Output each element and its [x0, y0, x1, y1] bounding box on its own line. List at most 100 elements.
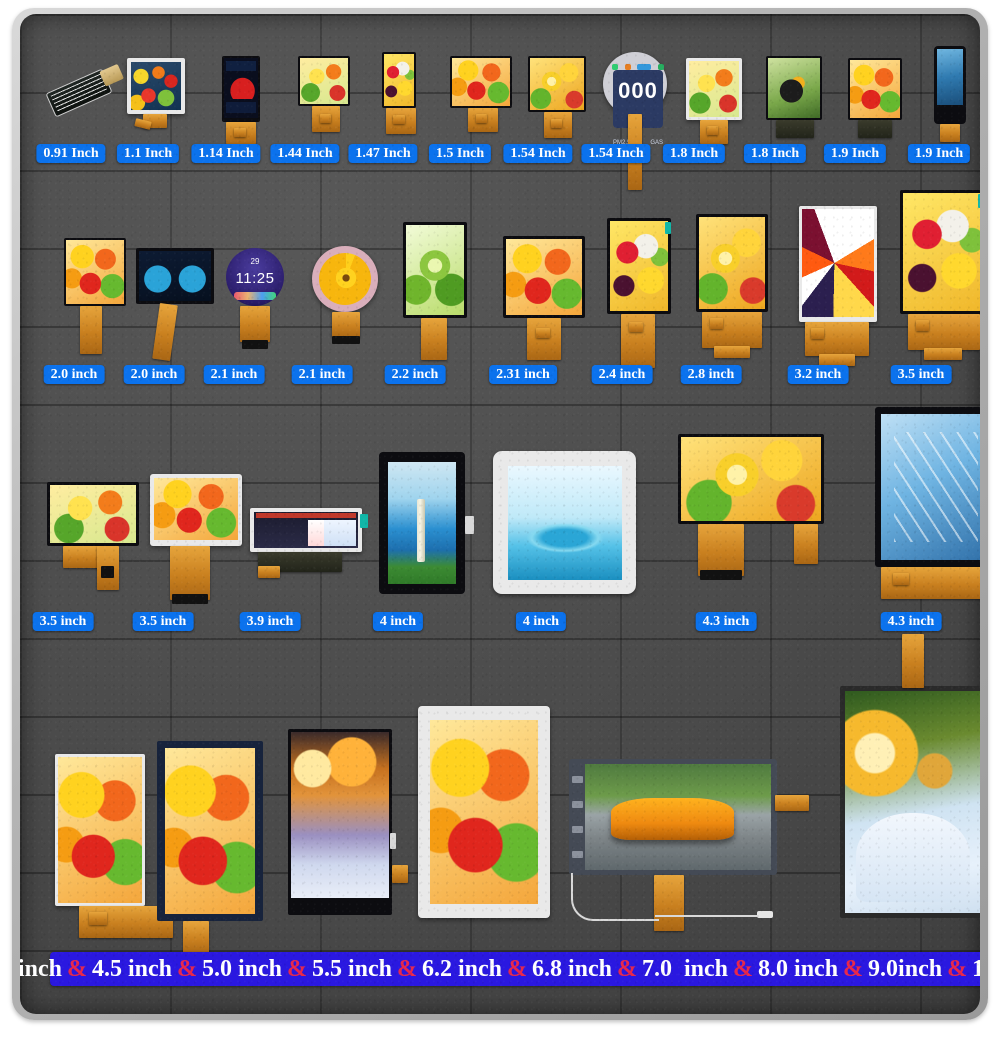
screen-image-ecg [224, 58, 258, 118]
size-label-chip: 2.2 inch [384, 365, 446, 384]
display-module-4-41-inch[interactable] [55, 754, 173, 939]
display-module-3-5-inch-b[interactable] [150, 474, 254, 612]
size-label-chip: 2.1 inch [203, 365, 265, 384]
display-module-1-47-inch[interactable] [378, 52, 438, 142]
size-label-chip: 1.8 Inch [743, 144, 807, 163]
fpc-ribbon [698, 524, 744, 576]
fpc-ribbon-9-0-inch [902, 634, 924, 688]
display-module-2-1-inch-round-watch[interactable]: 29 11:25 [226, 248, 296, 358]
display-module-1-54-inch-a[interactable] [528, 56, 594, 146]
display-module-2-0-inch-a[interactable] [64, 238, 138, 358]
fpc-ribbon [527, 318, 561, 360]
size-label-chip: 2.1 inch [291, 365, 353, 384]
banner-size-item: 5.5 inch [311, 955, 392, 982]
display-module-4-inch-lighthouse[interactable] [379, 452, 474, 600]
display-module-1-8-inch-b[interactable] [766, 56, 828, 144]
ecg-bottom-band [225, 102, 257, 114]
size-label-chip: 3.5 inch [32, 612, 94, 631]
banner-separator: & [843, 955, 864, 982]
home-icon[interactable] [572, 801, 583, 808]
fpc-tail [258, 566, 280, 578]
display-module-2-0-inch-b[interactable] [136, 248, 220, 362]
display-module-4-inch-water[interactable] [493, 451, 638, 599]
ui-toolbar [256, 513, 356, 518]
fpc-driver-ic [710, 318, 723, 329]
display-module-1-14-inch[interactable] [218, 56, 278, 144]
banner-separator: & [176, 955, 197, 982]
fpc-ribbon [80, 306, 102, 354]
touch-cable [571, 873, 659, 921]
display-module-1-5-inch[interactable] [450, 56, 520, 144]
fpc-ribbon [240, 306, 270, 342]
display-module-4-5-inch[interactable] [157, 741, 269, 955]
display-module-1-8-inch-a[interactable] [686, 58, 748, 144]
touch-button-column[interactable] [572, 767, 583, 867]
display-module-2-1-inch-round-sunflower[interactable] [312, 246, 382, 354]
fpc-ribbon [776, 120, 814, 138]
size-label-chip: 1.8 Inch [662, 144, 726, 163]
polarizer-tab [360, 514, 368, 528]
screen-image-dashboard-ui [254, 512, 358, 548]
size-label-chip: 1.44 Inch [270, 144, 340, 163]
fpc-driver-ic [89, 912, 107, 925]
display-module-2-2-inch[interactable] [403, 222, 475, 360]
aq-value: 000 [618, 78, 658, 103]
fpc-connector [101, 566, 114, 578]
screen-image-watermelon-pineapple [165, 748, 255, 914]
size-label-chip: 1.9 Inch [907, 144, 971, 163]
banner-separator: & [66, 955, 87, 982]
power-icon[interactable] [572, 851, 583, 858]
fpc-driver-ic [811, 328, 824, 339]
screen-image-dashboard [139, 251, 211, 301]
banner-separator: & [947, 955, 968, 982]
size-label-chip: 1.9 Inch [823, 144, 887, 163]
display-module-1-44-inch[interactable] [298, 56, 362, 142]
banner-size-item: 10.1 inch [972, 955, 980, 982]
fpc-side-tab [465, 516, 474, 534]
display-module-3-2-inch[interactable] [799, 206, 885, 368]
display-module-3-5-inch-a[interactable] [47, 482, 147, 604]
cable-run [655, 915, 759, 917]
screen-image-fruit-platter [506, 239, 582, 315]
watch-app-dock [234, 292, 276, 301]
display-module-4-3-inch-b[interactable] [875, 407, 980, 611]
display-module-2-31-inch[interactable] [503, 236, 589, 362]
volume-icon[interactable] [572, 826, 583, 833]
menu-icon[interactable] [572, 776, 583, 783]
ecg-top-band [226, 61, 256, 71]
display-module-3-5-inch-row2[interactable] [900, 190, 980, 368]
screen-image-toucan [768, 58, 820, 118]
screen-image-snowy-pine [845, 691, 980, 913]
size-label-chip: 1.47 Inch [348, 144, 418, 163]
fpc-tail [714, 346, 750, 358]
display-module-0-91-inch[interactable] [42, 63, 124, 128]
display-module-4-3-inch-a[interactable] [678, 434, 830, 604]
size-label-chip: 3.9 inch [239, 612, 301, 631]
display-module-10-1-inch[interactable] [840, 686, 980, 926]
banner-size-item: 5.0 inch [201, 955, 282, 982]
screen-image-lime [406, 225, 464, 315]
bottom-size-banner: 4.41inch&4.5 inch&5.0 inch&5.5 inch&6.2 … [20, 952, 980, 986]
fpc-ribbon [940, 124, 960, 142]
screen-image-citrus [530, 58, 584, 110]
display-module-1-9-inch-a[interactable] [848, 58, 908, 146]
fpc-ribbon [183, 921, 209, 955]
size-label-chip: 2.4 inch [591, 365, 653, 384]
display-module-2-4-inch[interactable] [607, 218, 679, 368]
fpc-driver-ic [476, 114, 487, 123]
screen-image-berries [384, 54, 414, 106]
display-module-3-9-inch[interactable] [250, 508, 370, 584]
display-module-5-0-inch[interactable] [288, 729, 408, 924]
size-label-chip: 3.5 inch [890, 365, 952, 384]
display-module-2-8-inch[interactable] [696, 214, 776, 366]
display-module-1-1-inch[interactable] [127, 58, 193, 138]
display-module-1-9-inch-b[interactable] [926, 46, 980, 146]
display-module-1-54-inch-round[interactable]: 000 PM2.5 GAS [603, 52, 673, 190]
banner-separator: & [507, 955, 527, 982]
display-module-5-5-inch[interactable] [418, 706, 556, 924]
size-label-chip: 2.0 inch [43, 365, 105, 384]
banner-size-item: 4.5 inch [91, 955, 172, 982]
screen-image-graphic [937, 49, 963, 105]
display-module-7-0-inch-car[interactable] [569, 759, 819, 934]
banner-size-item: 6.2 inch [421, 955, 502, 982]
